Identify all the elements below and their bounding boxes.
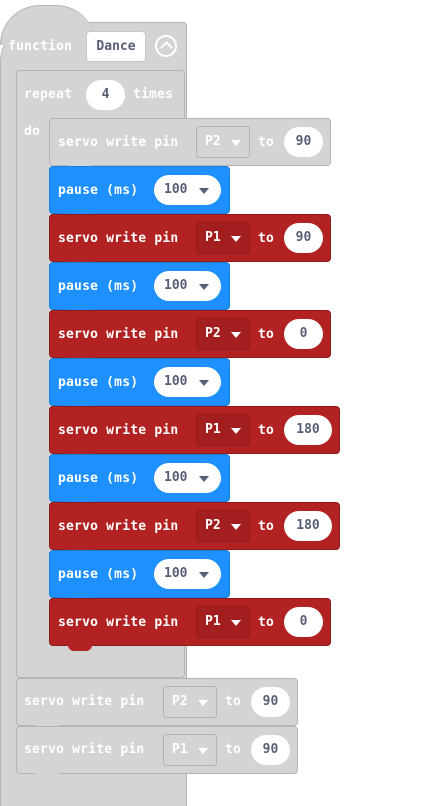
servo-value[interactable]: 90 bbox=[296, 134, 312, 149]
pause-value: 100 bbox=[164, 182, 188, 197]
pause-label: pause (ms) bbox=[58, 183, 139, 198]
chevron-down-icon bbox=[231, 332, 241, 338]
pause-value: 100 bbox=[164, 278, 188, 293]
pause-value-dropdown[interactable]: 100 bbox=[154, 367, 221, 397]
pin-value: P2 bbox=[172, 694, 188, 709]
servo-value[interactable]: 0 bbox=[300, 614, 308, 629]
servo-label: servo write pin bbox=[24, 694, 145, 709]
chevron-down-icon bbox=[199, 380, 209, 386]
pin-value: P1 bbox=[205, 614, 221, 629]
repeat-count[interactable]: 4 bbox=[102, 87, 110, 102]
function-keyword: function bbox=[8, 39, 73, 54]
servo-label: servo write pin bbox=[24, 742, 145, 757]
servo-value-field[interactable]: 0 bbox=[284, 319, 323, 349]
pin-dropdown[interactable]: P2 bbox=[196, 318, 250, 350]
chevron-down-icon bbox=[199, 476, 209, 482]
chevron-up-icon bbox=[160, 41, 173, 54]
pin-value: P1 bbox=[205, 422, 221, 437]
chevron-down-icon bbox=[199, 188, 209, 194]
servo-value[interactable]: 180 bbox=[296, 422, 319, 437]
servo-to-label: to bbox=[258, 135, 275, 150]
pause-label: pause (ms) bbox=[58, 375, 139, 390]
chevron-down-icon bbox=[231, 236, 241, 242]
servo-to-label: to bbox=[225, 694, 242, 709]
pin-value: P1 bbox=[172, 742, 188, 757]
servo-to-label: to bbox=[258, 327, 275, 342]
pause-value: 100 bbox=[164, 470, 188, 485]
pin-dropdown[interactable]: P1 bbox=[196, 414, 250, 446]
chevron-down-icon bbox=[231, 140, 241, 146]
chevron-down-icon bbox=[199, 572, 209, 578]
servo-label: servo write pin bbox=[58, 135, 179, 150]
pause-label: pause (ms) bbox=[58, 567, 139, 582]
chevron-down-icon bbox=[231, 428, 241, 434]
servo-value-field[interactable]: 180 bbox=[284, 511, 332, 541]
function-name[interactable]: Dance bbox=[96, 39, 135, 54]
servo-to-label: to bbox=[258, 519, 275, 534]
chevron-down-icon bbox=[231, 524, 241, 530]
servo-value[interactable]: 90 bbox=[263, 694, 279, 709]
servo-label: servo write pin bbox=[58, 615, 179, 630]
servo-value-field[interactable]: 0 bbox=[284, 607, 323, 637]
pin-dropdown[interactable]: P2 bbox=[196, 510, 250, 542]
pin-dropdown[interactable]: P2 bbox=[163, 686, 217, 718]
pin-value: P2 bbox=[205, 134, 221, 149]
servo-value[interactable]: 90 bbox=[263, 742, 279, 757]
chevron-down-icon bbox=[199, 284, 209, 290]
pin-value: P2 bbox=[205, 518, 221, 533]
servo-value-field[interactable]: 90 bbox=[251, 735, 290, 765]
repeat-count-field[interactable]: 4 bbox=[86, 80, 125, 110]
servo-label: servo write pin bbox=[58, 519, 179, 534]
pause-value: 100 bbox=[164, 566, 188, 581]
block-notch bbox=[68, 645, 92, 651]
servo-value-field[interactable]: 180 bbox=[284, 415, 332, 445]
servo-value[interactable]: 0 bbox=[300, 326, 308, 341]
servo-label: servo write pin bbox=[58, 423, 179, 438]
collapse-icon[interactable] bbox=[155, 35, 177, 57]
servo-to-label: to bbox=[225, 742, 242, 757]
pause-value-dropdown[interactable]: 100 bbox=[154, 559, 221, 589]
pin-dropdown[interactable]: P1 bbox=[196, 222, 250, 254]
chevron-down-icon bbox=[198, 700, 208, 706]
servo-label: servo write pin bbox=[58, 327, 179, 342]
servo-label: servo write pin bbox=[58, 231, 179, 246]
pause-label: pause (ms) bbox=[58, 471, 139, 486]
servo-to-label: to bbox=[258, 615, 275, 630]
servo-value-field[interactable]: 90 bbox=[284, 223, 323, 253]
pin-dropdown[interactable]: P2 bbox=[196, 126, 250, 158]
servo-value[interactable]: 180 bbox=[296, 518, 319, 533]
pause-value-dropdown[interactable]: 100 bbox=[154, 463, 221, 493]
servo-value-field[interactable]: 90 bbox=[284, 127, 323, 157]
pause-value-dropdown[interactable]: 100 bbox=[154, 175, 221, 205]
servo-value-field[interactable]: 90 bbox=[251, 687, 290, 717]
repeat-times-label: times bbox=[133, 87, 174, 102]
pin-dropdown[interactable]: P1 bbox=[196, 606, 250, 638]
block-notch bbox=[35, 773, 59, 779]
pin-value: P1 bbox=[205, 230, 221, 245]
pause-label: pause (ms) bbox=[58, 279, 139, 294]
servo-value[interactable]: 90 bbox=[296, 230, 312, 245]
function-name-field[interactable]: Dance bbox=[86, 31, 146, 62]
repeat-do-label: do bbox=[24, 124, 41, 139]
pin-dropdown[interactable]: P1 bbox=[163, 734, 217, 766]
pin-value: P2 bbox=[205, 326, 221, 341]
chevron-down-icon bbox=[231, 620, 241, 626]
servo-to-label: to bbox=[258, 231, 275, 246]
repeat-keyword: repeat bbox=[24, 87, 73, 102]
pause-value-dropdown[interactable]: 100 bbox=[154, 271, 221, 301]
servo-to-label: to bbox=[258, 423, 275, 438]
pause-value: 100 bbox=[164, 374, 188, 389]
chevron-down-icon bbox=[198, 748, 208, 754]
